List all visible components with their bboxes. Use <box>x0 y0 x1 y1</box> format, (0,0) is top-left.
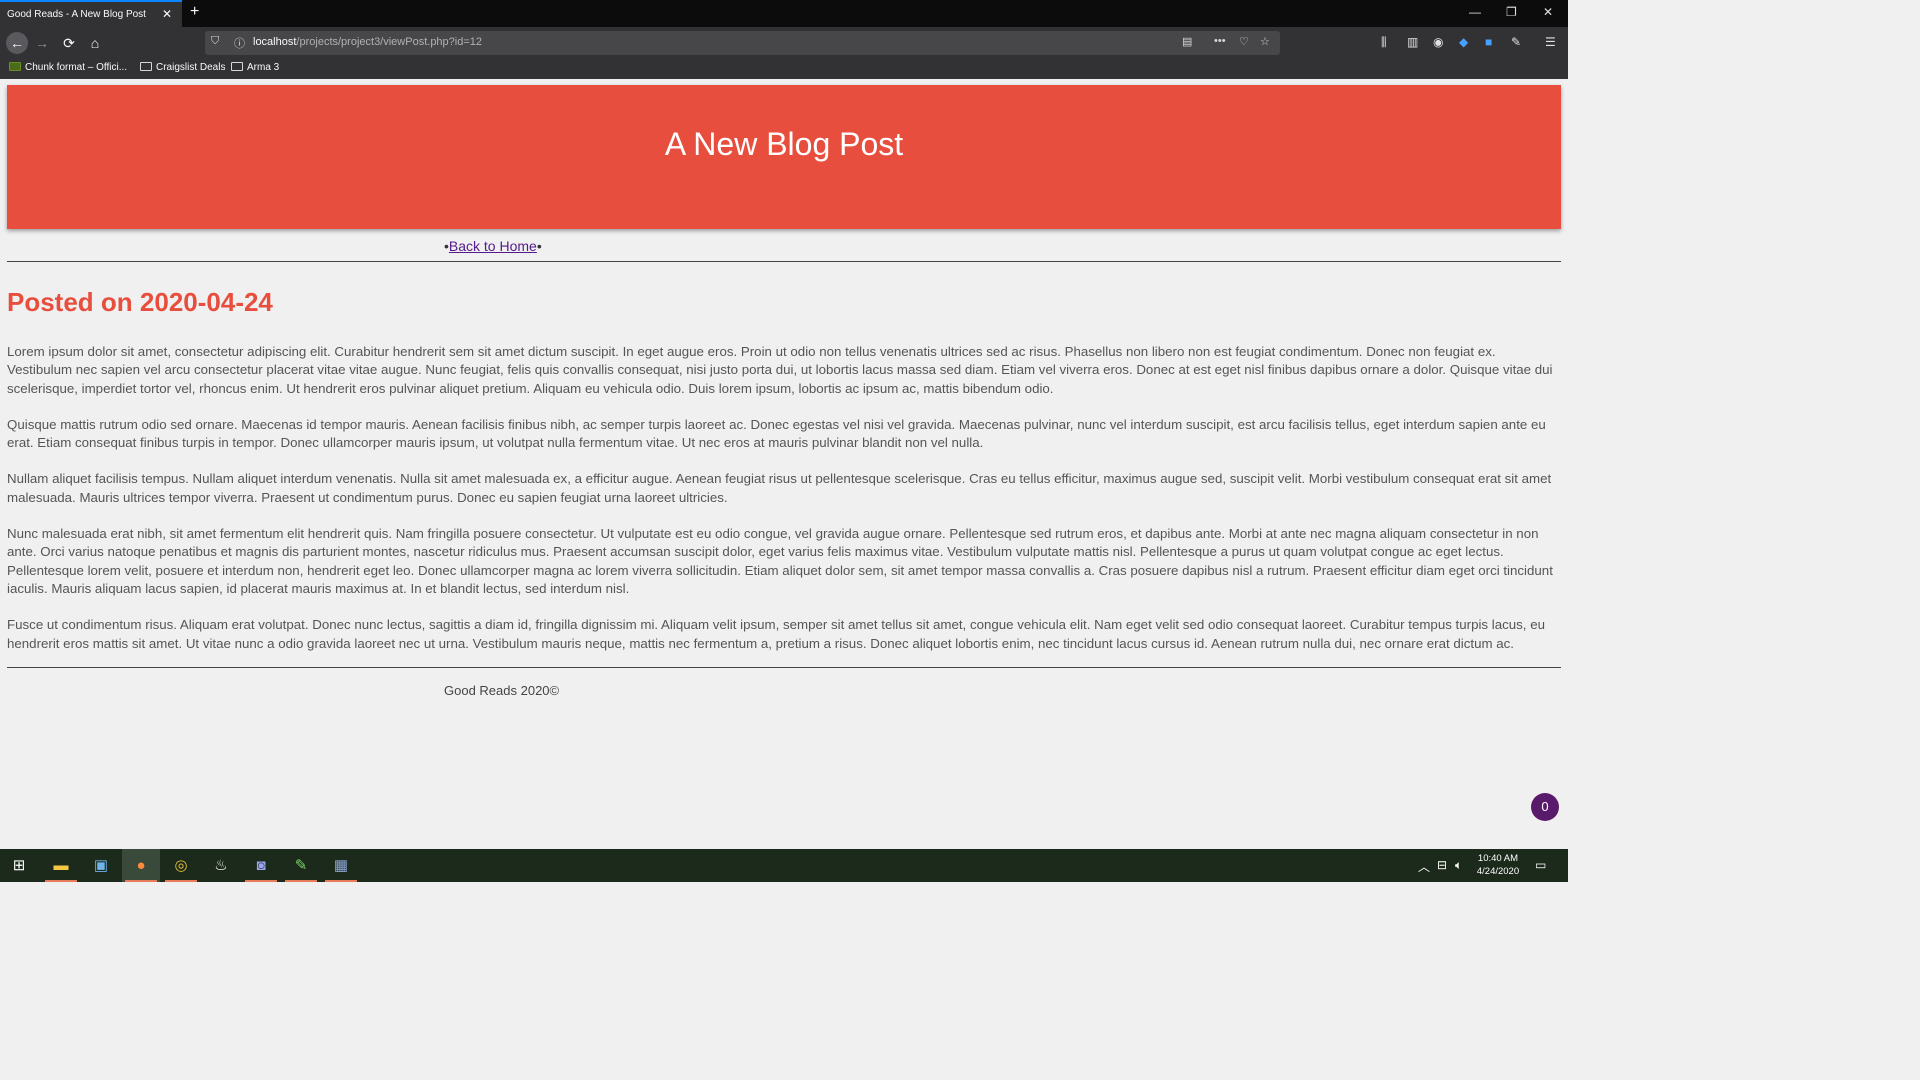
window-close-icon[interactable]: ✕ <box>1543 5 1553 19</box>
notifications-icon[interactable]: ▭ <box>1535 858 1546 872</box>
page-header: A New Blog Post <box>7 85 1561 229</box>
url-text[interactable]: localhost/projects/project3/viewPost.php… <box>253 36 482 48</box>
more-icon[interactable]: ••• <box>1214 35 1226 47</box>
post-paragraph: Lorem ipsum dolor sit amet, consectetur … <box>7 344 1553 396</box>
page-title: A New Blog Post <box>664 126 904 162</box>
footer-copyright: Good Reads 2020© <box>444 683 560 698</box>
navigation-bar: ← → ⟳ ⌂ ⛉ ⓘ localhost/projects/project3/… <box>0 27 1568 59</box>
tab-title: Good Reads - A New Blog Post <box>7 9 146 20</box>
app-icon[interactable]: ▦ <box>322 849 360 882</box>
color-picker-icon[interactable]: ✎ <box>1511 35 1521 49</box>
folder-icon <box>140 62 152 71</box>
post-paragraph: Nunc malesuada erat nibh, sit amet ferme… <box>7 526 1553 596</box>
volume-icon[interactable]: 🔈︎ <box>1455 858 1462 873</box>
close-tab-icon[interactable]: ✕ <box>162 7 172 21</box>
restore-icon[interactable]: ❐ <box>1506 5 1517 19</box>
menu-icon[interactable]: ☰ <box>1545 35 1556 49</box>
divider <box>7 667 1561 668</box>
tab-active[interactable]: Good Reads - A New Blog Post ✕ <box>0 0 182 27</box>
clock-date: 4/24/2020 <box>1476 866 1520 877</box>
back-to-home-link[interactable]: Back to Home <box>449 238 537 254</box>
back-icon[interactable]: ← <box>6 32 28 54</box>
shield-icon[interactable]: ⛉ <box>211 35 219 48</box>
info-icon[interactable]: ⓘ <box>234 35 245 51</box>
minimize-icon[interactable]: — <box>1469 5 1481 19</box>
chrome-icon[interactable]: ◎ <box>162 849 200 882</box>
nav-bullet: • <box>536 238 542 254</box>
page-nav: •Back to Home• <box>444 238 542 254</box>
taskbar: ⊞ ▬ ▣ ● ◎ ♨ ◙ ✎ ▦ ︿ ⊟ 🔈︎ 10:40 AM 4/24/2… <box>0 849 1568 882</box>
system-clock[interactable]: 10:40 AM 4/24/2020 <box>1470 852 1526 878</box>
tab-bar: Good Reads - A New Blog Post ✕ + — ❐ ✕ <box>0 0 1568 27</box>
notepad-icon[interactable]: ✎ <box>282 849 320 882</box>
notification-badge[interactable]: 0 <box>1531 793 1559 821</box>
post-body: Lorem ipsum dolor sit amet, consectetur … <box>7 343 1563 671</box>
post-paragraph: Fusce ut condimentum risus. Aliquam erat… <box>7 617 1545 651</box>
bookmark-favicon-icon <box>9 62 21 71</box>
sidebar-icon[interactable]: ▥ <box>1407 35 1418 49</box>
forward-icon[interactable]: → <box>32 33 52 53</box>
file-explorer-icon[interactable]: ▬ <box>42 849 80 882</box>
control-panel-icon[interactable]: ▣ <box>82 849 120 882</box>
star-icon[interactable]: ☆ <box>1260 35 1270 48</box>
discord-icon[interactable]: ◙ <box>242 849 280 882</box>
bookmarks-bar: Chunk format – Offici... Craigslist Deal… <box>0 59 1568 79</box>
new-tab-button[interactable]: + <box>190 3 199 21</box>
tray-chevron-icon[interactable]: ︿ <box>1418 858 1430 875</box>
post-paragraph: Nullam aliquet facilisis tempus. Nullam … <box>7 471 1552 505</box>
bookmark-folder[interactable]: Arma 3 <box>231 62 279 73</box>
account-icon[interactable]: ◉ <box>1433 35 1443 49</box>
divider <box>7 261 1561 262</box>
start-icon[interactable]: ⊞ <box>0 849 38 882</box>
bookmark-item[interactable]: Chunk format – Offici... <box>9 62 127 73</box>
network-icon[interactable]: ⊟ <box>1437 858 1447 872</box>
page-viewport: A New Blog Post •Back to Home• Posted on… <box>0 79 1568 849</box>
steam-icon[interactable]: ♨ <box>202 849 240 882</box>
clock-time: 10:40 AM <box>1477 853 1519 864</box>
skype-extension-icon[interactable]: ■ <box>1485 35 1492 49</box>
post-paragraph: Quisque mattis rutrum odio sed ornare. M… <box>7 416 1546 451</box>
bookmark-folder[interactable]: Craigslist Deals <box>140 62 225 73</box>
reload-icon[interactable]: ⟳ <box>59 33 79 53</box>
reader-view-icon[interactable]: ▤ <box>1182 35 1192 48</box>
firefox-icon[interactable]: ● <box>122 849 160 882</box>
post-date-heading: Posted on 2020-04-24 <box>7 287 273 317</box>
pocket-icon[interactable]: ♡ <box>1239 35 1249 48</box>
library-icon[interactable]: ⫼ <box>1381 35 1387 50</box>
home-icon[interactable]: ⌂ <box>85 33 105 53</box>
url-bar[interactable]: ⛉ ⓘ localhost/projects/project3/viewPost… <box>205 31 1280 55</box>
folder-icon <box>231 62 243 71</box>
extension-icon[interactable]: ◆ <box>1459 35 1468 49</box>
